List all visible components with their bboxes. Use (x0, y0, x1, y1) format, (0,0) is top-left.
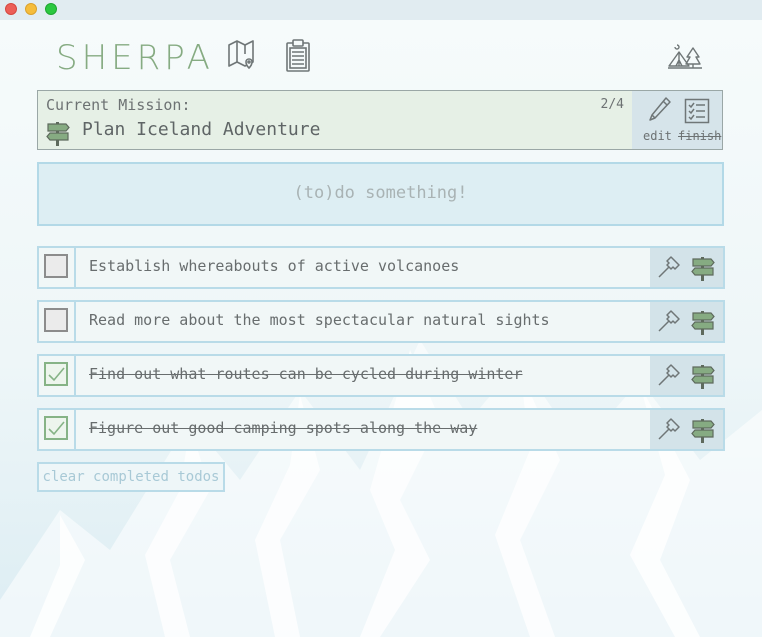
mission-progress: 2/4 (600, 97, 624, 112)
todo-checkbox[interactable] (44, 254, 68, 278)
axe-icon[interactable] (656, 418, 680, 442)
mission-label: Current Mission: (46, 96, 191, 114)
axe-icon[interactable] (656, 256, 680, 280)
todo-item: Establish whereabouts of active volcanoe… (37, 246, 725, 289)
axe-icon[interactable] (656, 364, 680, 388)
axe-icon[interactable] (656, 310, 680, 334)
zoom-window-button[interactable] (45, 3, 57, 15)
new-todo-input[interactable]: (to)do something! (37, 162, 724, 226)
todo-checkbox[interactable] (44, 308, 68, 332)
todo-item: Read more about the most spectacular nat… (37, 300, 725, 343)
checkmark-icon (48, 367, 65, 382)
mission-actions: edit finish (632, 91, 722, 149)
todo-actions (650, 356, 723, 395)
todo-item-completed: Find out what routes can be cycled durin… (37, 354, 725, 397)
current-mission-panel: Current Mission: Plan Iceland Adventure … (37, 90, 723, 150)
todo-checkbox-checked[interactable] (44, 416, 68, 440)
signpost-icon[interactable] (691, 255, 715, 281)
todo-checkbox-cell (39, 302, 76, 341)
todo-item-completed: Figure out good camping spots along the … (37, 408, 725, 451)
signpost-icon[interactable] (691, 309, 715, 335)
app-logo: SHERPA (56, 38, 214, 78)
signpost-icon (46, 122, 70, 146)
todo-text[interactable]: Figure out good camping spots along the … (89, 419, 477, 437)
todo-checkbox-cell (39, 356, 76, 395)
todo-text[interactable]: Find out what routes can be cycled durin… (89, 365, 522, 383)
minimize-window-button[interactable] (25, 3, 37, 15)
app-content: SHERPA Current Mission: Plan Iceland Adv… (0, 20, 762, 637)
edit-mission-button[interactable]: edit (643, 129, 672, 143)
signpost-icon[interactable] (691, 417, 715, 443)
signpost-icon[interactable] (691, 363, 715, 389)
todo-text[interactable]: Establish whereabouts of active volcanoe… (89, 257, 459, 275)
todo-actions (650, 302, 723, 341)
map-pin-icon[interactable] (226, 38, 260, 72)
checklist-icon[interactable] (684, 98, 710, 124)
todo-checkbox-cell (39, 410, 76, 449)
window-titlebar (0, 0, 762, 20)
todo-actions (650, 248, 723, 287)
mission-title: Plan Iceland Adventure (82, 119, 321, 140)
todo-actions (650, 410, 723, 449)
todo-checkbox-cell (39, 248, 76, 287)
todo-text[interactable]: Read more about the most spectacular nat… (89, 311, 550, 329)
close-window-button[interactable] (5, 3, 17, 15)
pencil-icon[interactable] (646, 96, 672, 124)
clear-completed-button[interactable]: clear completed todos (37, 462, 225, 492)
finish-mission-button[interactable]: finish (678, 129, 721, 143)
clipboard-icon[interactable] (283, 38, 315, 74)
todo-checkbox-checked[interactable] (44, 362, 68, 386)
checkmark-icon (48, 421, 65, 436)
camp-icon[interactable] (667, 44, 703, 70)
